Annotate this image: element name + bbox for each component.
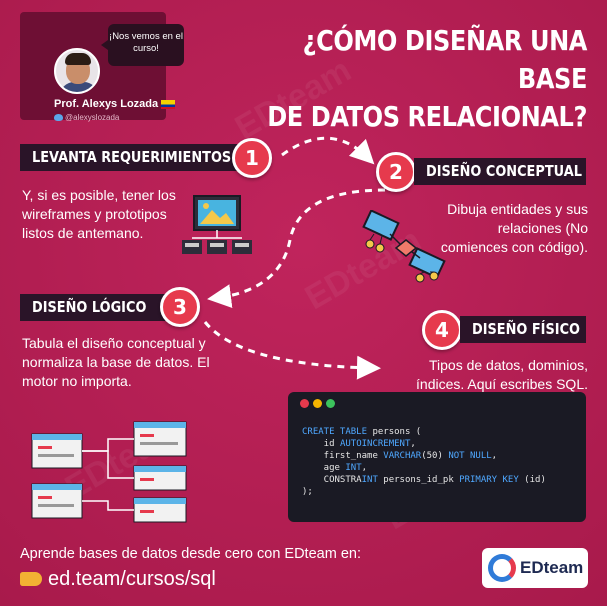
step-4-number: 4	[422, 310, 462, 350]
course-link[interactable]: ed.team/cursos/sql	[20, 568, 216, 591]
step-1-label: LEVANTA REQUERIMIENTOS	[20, 144, 244, 171]
entity-diagram-icon	[362, 210, 446, 283]
sql-code-block: CREATE TABLE persons ( id AUTOINCREMENT,…	[288, 392, 586, 522]
code-line: );	[302, 487, 313, 497]
code-line: id AUTOINCREMENT,	[302, 439, 416, 449]
step-2-number: 2	[376, 152, 416, 192]
step-4-description: Tipos de datos, dominios, índices. Aquí …	[416, 357, 588, 392]
window-close-dot	[300, 399, 309, 408]
step-3-label: DISEÑO LÓGICO	[20, 294, 172, 321]
code-line: CREATE TABLE persons (	[302, 427, 422, 437]
edteam-logo[interactable]: EDteam	[482, 548, 588, 588]
normalized-tables-icon	[31, 421, 187, 523]
footer-text: Aprende bases de datos desde cero con ED…	[20, 546, 361, 562]
code-line: CONSTRAINT persons_id_pk PRIMARY KEY (id…	[302, 475, 546, 485]
arrow-3-to-4	[203, 321, 381, 380]
step-3-number: 3	[160, 287, 200, 327]
code-line: age INT,	[302, 463, 368, 473]
step-3-description: Tabula el diseño conceptual y normaliza …	[22, 335, 210, 389]
step-4-label: DISEÑO FÍSICO	[460, 316, 586, 343]
edteam-logo-text: EDteam	[520, 558, 584, 577]
code-line: first_name VARCHAR(50) NOT NULL,	[302, 451, 498, 461]
pointing-hand-icon	[20, 572, 42, 586]
step-2-label: DISEÑO CONCEPTUAL	[414, 158, 586, 185]
window-maximize-dot	[326, 399, 335, 408]
infographic: EDteam EDteam EDteam EDteam ¡Nos vemos e…	[0, 0, 607, 606]
edteam-logo-icon	[488, 554, 516, 582]
wireframe-icon	[182, 195, 252, 254]
window-minimize-dot	[313, 399, 322, 408]
arrow-1-to-2	[281, 136, 375, 165]
step-1-description: Y, si es posible, tener los wireframes y…	[22, 187, 176, 241]
step-1-number: 1	[232, 138, 272, 178]
sql-code: CREATE TABLE persons ( id AUTOINCREMENT,…	[302, 426, 546, 498]
step-2-description: Dibuja entidades y sus relaciones (No co…	[440, 201, 588, 255]
